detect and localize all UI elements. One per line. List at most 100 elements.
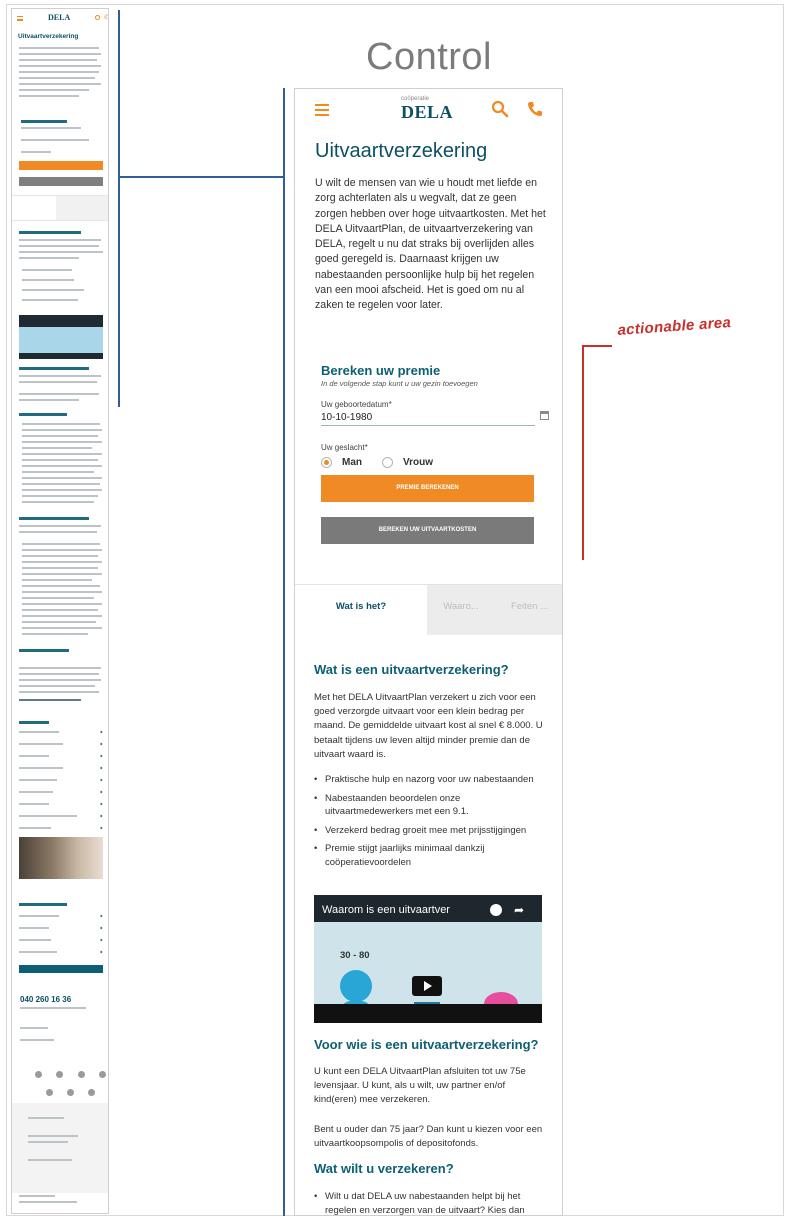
thumbnail-text-line bbox=[22, 609, 98, 611]
chevron-right-icon bbox=[99, 938, 103, 942]
thumbnail-heading bbox=[19, 367, 89, 370]
gender-option-woman-label[interactable]: Vrouw bbox=[403, 457, 433, 468]
thumbnail-text-line bbox=[22, 633, 88, 635]
list-item: Wilt u dat DELA uw nabestaanden helpt bi… bbox=[314, 1190, 546, 1215]
gender-radio-man[interactable] bbox=[321, 457, 332, 468]
thumbnail-text-line bbox=[21, 151, 51, 153]
thumbnail-text-line bbox=[19, 251, 103, 253]
thumbnail-text-line bbox=[22, 447, 92, 449]
thumbnail-text-line bbox=[19, 89, 89, 91]
thumbnail-list-line bbox=[19, 827, 51, 829]
thumbnail-text-line bbox=[19, 667, 101, 669]
thumbnail-text-line bbox=[19, 691, 99, 693]
thumbnail-text-line bbox=[19, 375, 101, 377]
benefits-list: Praktische hulp en nazorg voor uw nabest… bbox=[314, 773, 546, 875]
twitter-icon bbox=[56, 1071, 63, 1078]
calculator-title: Bereken uw premie bbox=[321, 363, 441, 378]
thumbnail-list-line bbox=[19, 755, 49, 757]
thumbnail-text-line bbox=[22, 489, 102, 491]
thumbnail-list-line bbox=[19, 743, 63, 745]
thumbnail-orange-button bbox=[19, 161, 103, 170]
thumbnail-text-line bbox=[19, 381, 97, 383]
thumbnail-text-line bbox=[21, 127, 81, 129]
insure-list: Wilt u dat DELA uw nabestaanden helpt bi… bbox=[314, 1190, 546, 1215]
thumbnail-text-line bbox=[22, 441, 102, 443]
thumbnail-text-line bbox=[19, 95, 79, 97]
thumbnail-text-line bbox=[22, 597, 94, 599]
gender-radio-group: Man Vrouw bbox=[321, 457, 453, 468]
chevron-right-icon bbox=[99, 742, 103, 746]
gender-option-man-label[interactable]: Man bbox=[342, 457, 362, 468]
thumbnail-footer-line bbox=[28, 1135, 78, 1137]
thumbnail-text-line bbox=[22, 567, 98, 569]
facebook-icon bbox=[35, 1071, 42, 1078]
chevron-right-icon bbox=[99, 814, 103, 818]
tab-what-is-it[interactable]: Wat is het? bbox=[295, 585, 427, 635]
paragraph-over-75: Bent u ouder dan 75 jaar? Dan kunt u kie… bbox=[314, 1124, 543, 1150]
thumbnail-text-line bbox=[19, 525, 101, 527]
gender-radio-woman[interactable] bbox=[382, 457, 393, 468]
explainer-video[interactable]: 30 - 80 Waarom is een uitvaartver ➦ bbox=[314, 895, 542, 1023]
thumbnail-list-line bbox=[19, 767, 63, 769]
pinterest-icon bbox=[46, 1089, 53, 1096]
page-title: Uitvaartverzekering bbox=[315, 140, 488, 162]
chevron-right-icon bbox=[99, 926, 103, 930]
phone-icon[interactable] bbox=[526, 100, 544, 118]
thumbnail-text-line bbox=[22, 585, 100, 587]
list-item: Premie stijgt jaarlijks minimaal dankzij… bbox=[314, 842, 546, 869]
page-overview-thumbnail: DELA ✆ Uitvaartverzekering 040 260 16 36 bbox=[11, 8, 109, 1214]
thumbnail-footer-line bbox=[28, 1141, 68, 1143]
watch-later-icon[interactable] bbox=[490, 904, 502, 916]
thumbnail-text-line bbox=[22, 483, 100, 485]
thumbnail-text-line bbox=[19, 685, 95, 687]
thumbnail-text-line bbox=[22, 543, 100, 545]
menu-icon[interactable] bbox=[315, 104, 329, 116]
share-icon[interactable]: ➦ bbox=[514, 903, 524, 917]
thumbnail-list-line bbox=[19, 951, 57, 953]
chevron-right-icon bbox=[99, 730, 103, 734]
thumbnail-list-line bbox=[19, 939, 51, 941]
chevron-right-icon bbox=[99, 790, 103, 794]
thumbnail-header: DELA ✆ bbox=[12, 9, 108, 29]
thumbnail-heading bbox=[19, 721, 49, 724]
dela-logo[interactable]: DELA bbox=[401, 102, 453, 123]
thumbnail-photo bbox=[19, 837, 103, 879]
play-icon[interactable] bbox=[412, 976, 442, 996]
thumbnail-heading bbox=[21, 120, 67, 123]
connector-line bbox=[118, 176, 285, 178]
thumbnail-text-line bbox=[22, 279, 74, 281]
youtube-icon bbox=[88, 1089, 95, 1096]
premium-calculator: Bereken uw premie In de volgende stap ku… bbox=[321, 363, 549, 544]
tab-facts[interactable]: Feiten ... bbox=[495, 585, 562, 635]
thumbnail-footer-line bbox=[19, 1201, 77, 1203]
thumbnail-text-line bbox=[20, 1007, 86, 1009]
thumbnail-text-line bbox=[22, 423, 100, 425]
calculate-premium-button[interactable]: Premie berekenen bbox=[321, 475, 534, 502]
chevron-right-icon bbox=[99, 950, 103, 954]
search-icon bbox=[95, 15, 100, 20]
thumbnail-heading bbox=[19, 517, 89, 520]
thumbnail-text-line bbox=[22, 621, 96, 623]
thumbnail-text-line bbox=[19, 679, 101, 681]
thumbnail-teal-button bbox=[19, 965, 103, 973]
thumbnail-text-line bbox=[22, 459, 98, 461]
thumbnail-text-line bbox=[22, 579, 92, 581]
thumbnail-text-line bbox=[19, 77, 95, 79]
chevron-right-icon bbox=[99, 778, 103, 782]
birthdate-input[interactable] bbox=[321, 410, 535, 426]
thumbnail-list-line bbox=[19, 927, 49, 929]
thumbnail-text-line bbox=[22, 435, 98, 437]
thumbnail-list-line bbox=[19, 731, 59, 733]
thumbnail-text-line bbox=[19, 673, 99, 675]
thumbnail-text-line bbox=[20, 1027, 48, 1029]
thumbnail-footer-line bbox=[19, 1195, 55, 1197]
thumbnail-list-line bbox=[19, 815, 77, 817]
tab-why[interactable]: Waaro... bbox=[427, 585, 495, 635]
mobile-page: coöperatie DELA Uitvaartverzekering U wi… bbox=[294, 88, 563, 1216]
thumbnail-text-line bbox=[19, 399, 79, 401]
thumbnail-text-line bbox=[19, 83, 101, 85]
calculate-funeral-costs-button[interactable]: Bereken uw uitvaartkosten bbox=[321, 517, 534, 544]
search-icon[interactable] bbox=[491, 100, 509, 118]
instagram-icon bbox=[78, 1071, 85, 1078]
calendar-icon[interactable] bbox=[540, 411, 549, 420]
